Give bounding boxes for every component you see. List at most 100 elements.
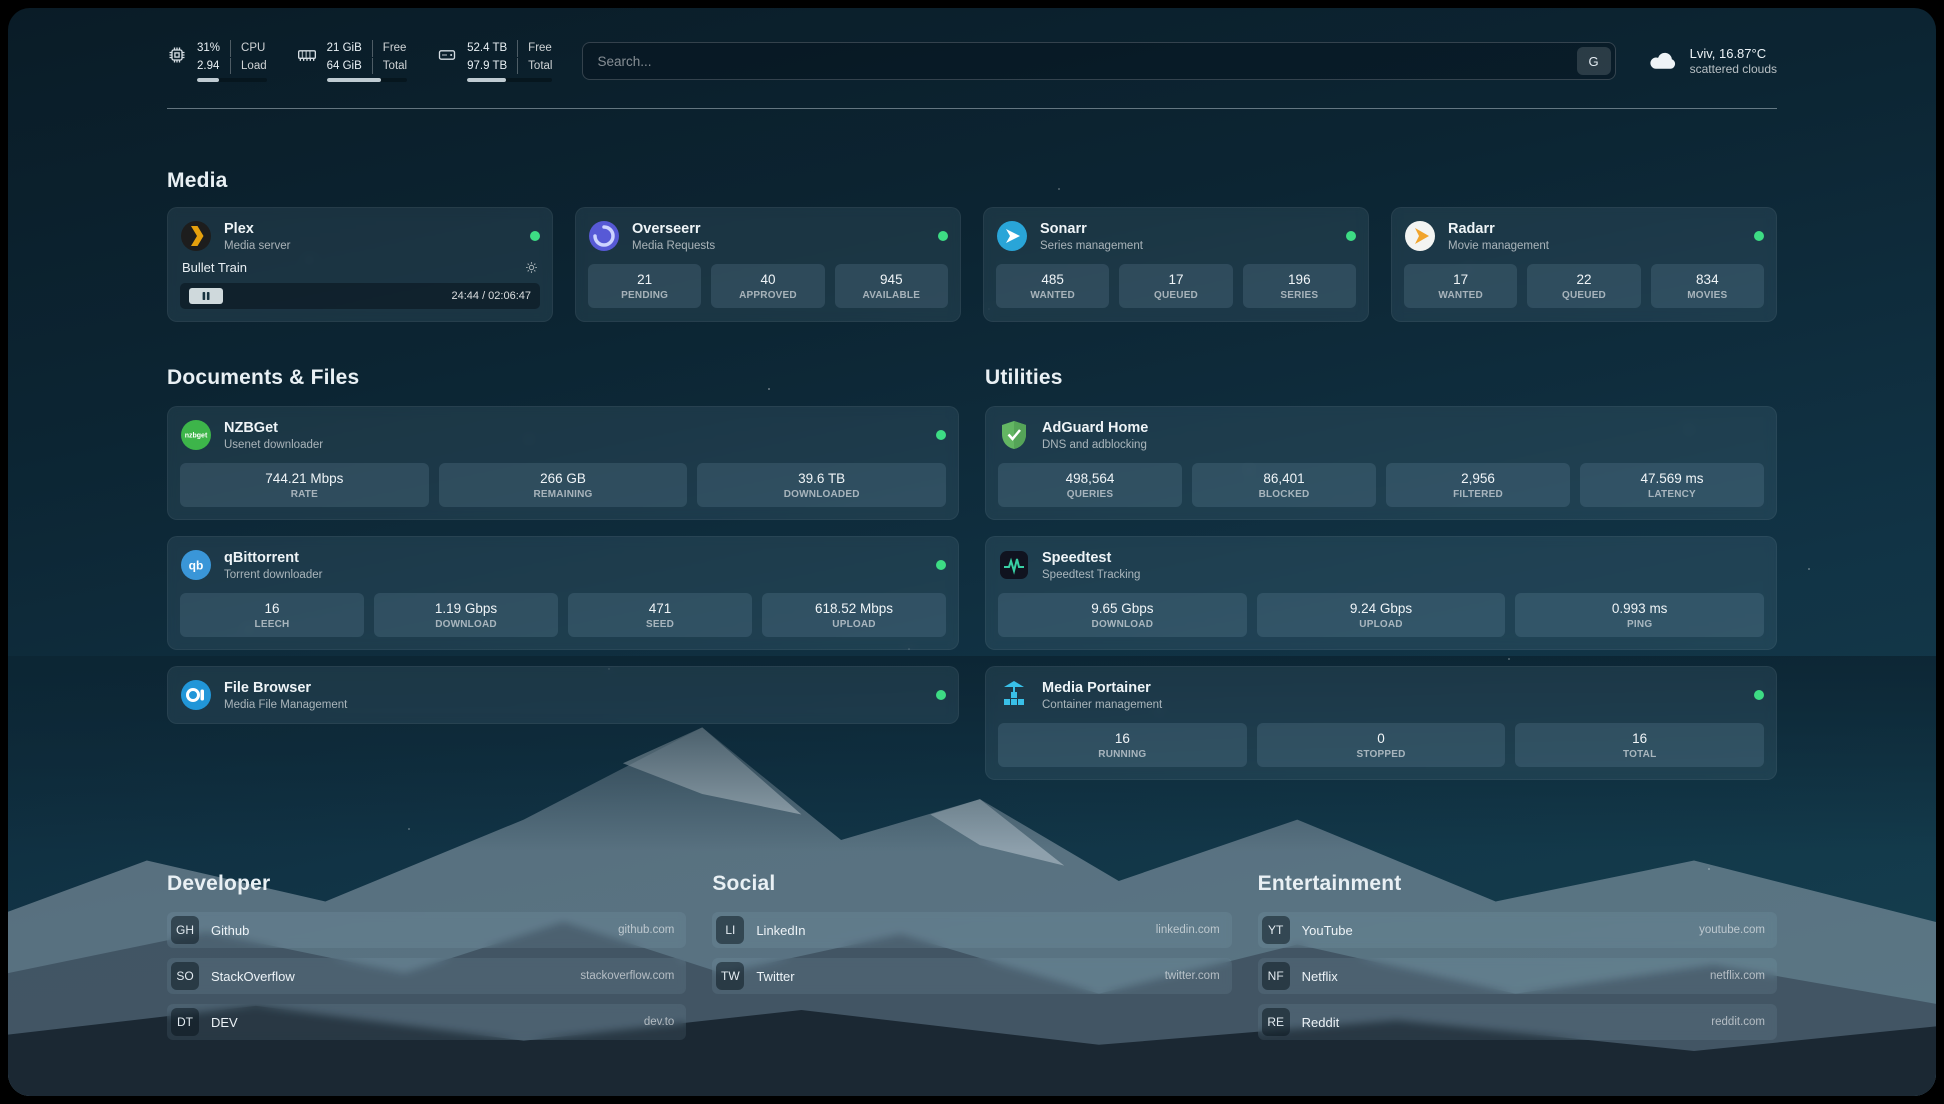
portainer-icon — [998, 679, 1030, 711]
bookmark-name: DEV — [211, 1015, 238, 1030]
stat-box: 9.24 GbpsUPLOAD — [1257, 593, 1506, 637]
stat-box: 47.569 msLATENCY — [1580, 463, 1764, 507]
stat-box: 0.993 msPING — [1515, 593, 1764, 637]
service-name: AdGuard Home — [1042, 419, 1148, 438]
utilities-heading: Utilities — [985, 366, 1777, 390]
bookmark-dev[interactable]: DT DEV dev.to — [167, 1004, 686, 1040]
section-entertainment: Entertainment YT YouTube youtube.com NF … — [1258, 872, 1777, 1040]
page-content: 31% CPU 2.94 Load 21 GiB — [167, 8, 1777, 1080]
bookmark-domain: youtube.com — [1699, 924, 1765, 936]
bookmark-linkedin[interactable]: LI LinkedIn linkedin.com — [712, 912, 1231, 948]
service-card-overseerr[interactable]: Overseerr Media Requests 21PENDING 40APP… — [575, 207, 961, 322]
plex-now-playing: Bullet Train 24:44 / 02:06:47 — [180, 260, 540, 309]
stat-box: 485WANTED — [996, 264, 1109, 308]
memory-usage-bar — [327, 78, 407, 82]
service-card-filebrowser[interactable]: File Browser Media File Management — [167, 666, 959, 724]
bookmark-name: StackOverflow — [211, 969, 295, 984]
pause-button[interactable] — [189, 288, 223, 304]
status-dot — [936, 430, 946, 440]
playback-time: 24:44 / 02:06:47 — [451, 290, 531, 302]
status-dot — [530, 231, 540, 241]
resource-value: 52.4 TB — [467, 40, 517, 57]
status-dot — [1346, 231, 1356, 241]
cloud-icon — [1646, 49, 1680, 73]
resource-label: Free — [372, 40, 407, 57]
resource-label: Free — [517, 40, 552, 57]
stat-box: 196SERIES — [1243, 264, 1356, 308]
bookmark-name: LinkedIn — [756, 923, 805, 938]
service-subtitle: Movie management — [1448, 240, 1549, 252]
resource-value: 31% — [197, 40, 230, 57]
gear-icon[interactable] — [525, 261, 538, 274]
stat-box: 21PENDING — [588, 264, 701, 308]
section-media: Media Plex Media server — [167, 169, 1777, 322]
playback-progress-bar[interactable]: 24:44 / 02:06:47 — [180, 283, 540, 309]
service-subtitle: Container management — [1042, 699, 1162, 711]
bookmark-domain: linkedin.com — [1156, 924, 1220, 936]
search-provider-button[interactable]: G — [1577, 47, 1611, 75]
bookmark-abbr: LI — [716, 916, 744, 944]
search-input[interactable] — [582, 42, 1615, 80]
cpu-usage-bar — [197, 78, 267, 82]
section-social: Social LI LinkedIn linkedin.com TW Twitt… — [712, 872, 1231, 1040]
stat-box: 9.65 GbpsDOWNLOAD — [998, 593, 1247, 637]
stat-box: 17QUEUED — [1119, 264, 1232, 308]
service-name: Media Portainer — [1042, 679, 1162, 698]
bookmark-youtube[interactable]: YT YouTube youtube.com — [1258, 912, 1777, 948]
stat-box: 22QUEUED — [1527, 264, 1640, 308]
plex-icon — [180, 220, 212, 252]
service-subtitle: Speedtest Tracking — [1042, 569, 1140, 581]
svg-text:nzbget: nzbget — [185, 433, 208, 440]
stat-box: 945AVAILABLE — [835, 264, 948, 308]
resource-value: 64 GiB — [327, 58, 372, 75]
bookmark-abbr: DT — [171, 1008, 199, 1036]
service-subtitle: DNS and adblocking — [1042, 439, 1148, 451]
filebrowser-icon — [180, 679, 212, 711]
section-utilities: Utilities AdGuard Home DNS and adblockin… — [985, 366, 1777, 780]
service-subtitle: Series management — [1040, 240, 1143, 252]
bookmark-domain: github.com — [618, 924, 674, 936]
stat-box: 17WANTED — [1404, 264, 1517, 308]
social-heading: Social — [712, 872, 1231, 896]
service-card-speedtest[interactable]: Speedtest Speedtest Tracking 9.65 GbpsDO… — [985, 536, 1777, 650]
bookmark-github[interactable]: GH Github github.com — [167, 912, 686, 948]
cpu-icon — [167, 45, 187, 65]
service-name: Plex — [224, 220, 290, 239]
service-name: Speedtest — [1042, 549, 1140, 568]
bookmark-abbr: YT — [1262, 916, 1290, 944]
status-dot — [936, 690, 946, 700]
weather-widget: Lviv, 16.87°C scattered clouds — [1646, 46, 1777, 76]
disk-icon — [437, 45, 457, 65]
stat-box: 86,401BLOCKED — [1192, 463, 1376, 507]
developer-heading: Developer — [167, 872, 686, 896]
service-card-sonarr[interactable]: Sonarr Series management 485WANTED 17QUE… — [983, 207, 1369, 322]
service-card-nzbget[interactable]: nzbget NZBGet Usenet downloader 744.21 M… — [167, 406, 959, 520]
section-developer: Developer GH Github github.com SO StackO… — [167, 872, 686, 1040]
service-name: Sonarr — [1040, 220, 1143, 239]
weather-condition: scattered clouds — [1690, 62, 1777, 76]
cpu-widget: 31% CPU 2.94 Load — [167, 40, 267, 82]
stat-box: 39.6 TBDOWNLOADED — [697, 463, 946, 507]
resource-label: CPU — [230, 40, 267, 57]
resource-value: 2.94 — [197, 58, 230, 75]
status-dot — [1754, 231, 1764, 241]
bookmark-name: YouTube — [1302, 923, 1353, 938]
bookmark-name: Github — [211, 923, 249, 938]
bookmark-netflix[interactable]: NF Netflix netflix.com — [1258, 958, 1777, 994]
bookmark-domain: twitter.com — [1165, 970, 1220, 982]
resource-label: Load — [230, 58, 267, 75]
service-card-radarr[interactable]: Radarr Movie management 17WANTED 22QUEUE… — [1391, 207, 1777, 322]
stat-box: 2,956FILTERED — [1386, 463, 1570, 507]
service-card-portainer[interactable]: Media Portainer Container management 16R… — [985, 666, 1777, 780]
nzbget-icon: nzbget — [180, 419, 212, 451]
service-card-plex[interactable]: Plex Media server Bullet Train — [167, 207, 553, 322]
qbittorrent-icon: qb — [180, 549, 212, 581]
service-card-qbittorrent[interactable]: qb qBittorrent Torrent downloader 16LEEC… — [167, 536, 959, 650]
service-card-adguard-home[interactable]: AdGuard Home DNS and adblocking 498,564Q… — [985, 406, 1777, 520]
bookmark-twitter[interactable]: TW Twitter twitter.com — [712, 958, 1231, 994]
section-documents: Documents & Files nzbget NZBGet Usenet d… — [167, 366, 959, 724]
stat-box: 266 GBREMAINING — [439, 463, 688, 507]
radarr-icon — [1404, 220, 1436, 252]
bookmark-stackoverflow[interactable]: SO StackOverflow stackoverflow.com — [167, 958, 686, 994]
bookmark-reddit[interactable]: RE Reddit reddit.com — [1258, 1004, 1777, 1040]
